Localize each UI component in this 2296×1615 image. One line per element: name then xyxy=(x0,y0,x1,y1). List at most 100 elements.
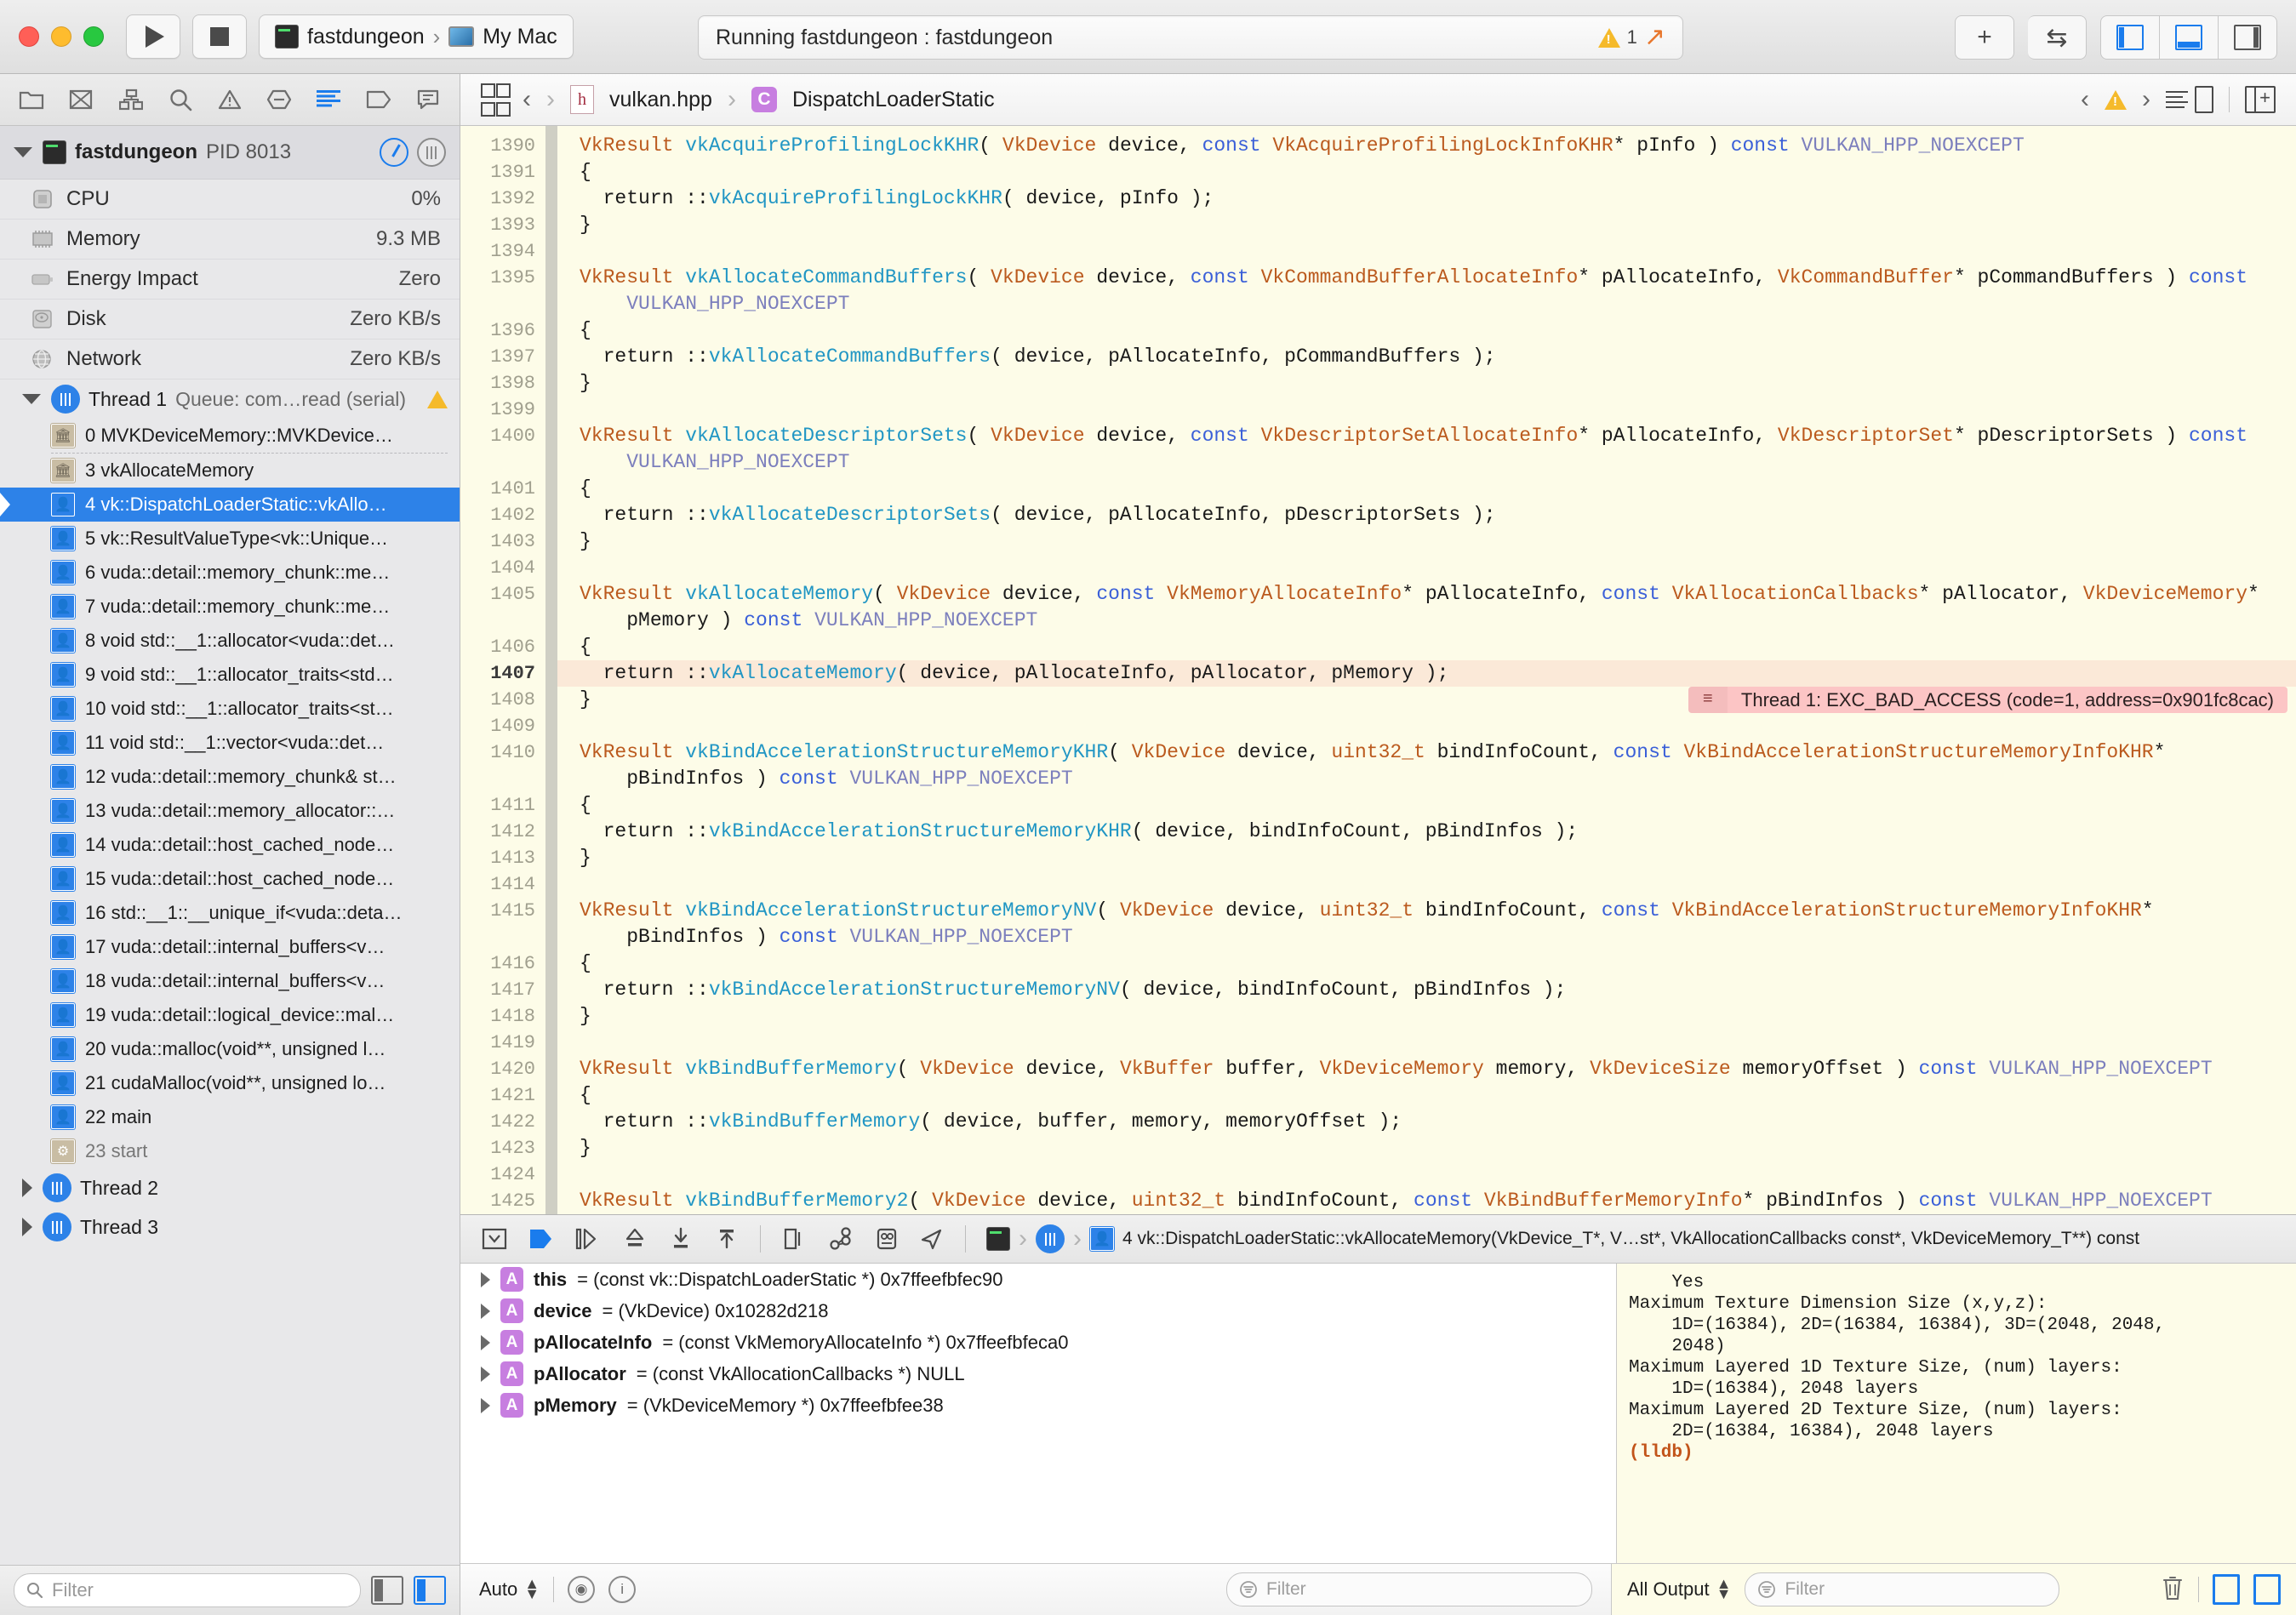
code-line[interactable]: return ::vkAllocateMemory( device, pAllo… xyxy=(557,660,2296,713)
code-line[interactable]: return ::vkAcquireProfilingLockKHR( devi… xyxy=(557,185,2296,212)
stack-frame-row[interactable]: 👤 14 vuda::detail::host_cached_node… xyxy=(0,828,460,862)
line-number[interactable]: 1420 xyxy=(460,1056,545,1082)
add-editor-icon[interactable] xyxy=(2245,86,2276,113)
code-text[interactable]: VkResult vkAcquireProfilingLockKHR( VkDe… xyxy=(557,126,2296,1214)
continue-icon[interactable] xyxy=(528,1227,554,1251)
line-number[interactable]: 1403 xyxy=(460,528,545,555)
code-line[interactable]: pMemory ) const VULKAN_HPP_NOEXCEPT xyxy=(557,608,2296,634)
stack-frame-row[interactable]: 👤 11 void std::__1::vector<vuda::det… xyxy=(0,726,460,760)
line-number[interactable]: 1411 xyxy=(460,792,545,819)
line-number[interactable]: 1396 xyxy=(460,317,545,344)
code-line[interactable] xyxy=(557,1161,2296,1188)
next-issue-icon[interactable]: › xyxy=(2142,85,2150,114)
zoom-button[interactable] xyxy=(83,26,104,47)
minimap-button[interactable] xyxy=(2166,86,2213,113)
stack-frame-row[interactable]: 👤 8 void std::__1::allocator<vuda::det… xyxy=(0,624,460,658)
code-line[interactable] xyxy=(557,555,2296,581)
disclosure-triangle-icon[interactable] xyxy=(22,1218,32,1236)
disclosure-triangle-icon[interactable] xyxy=(481,1303,490,1319)
gauge-row-disk[interactable]: Disk Zero KB/s xyxy=(0,300,460,340)
run-button[interactable] xyxy=(126,14,180,59)
source-control-navigator-tab[interactable] xyxy=(62,83,100,117)
line-number[interactable]: 1394 xyxy=(460,238,545,265)
line-number[interactable]: 1414 xyxy=(460,871,545,898)
code-line[interactable]: } xyxy=(557,370,2296,397)
error-badge-menu-icon[interactable]: ≡ xyxy=(1688,687,1728,713)
disclosure-triangle-icon[interactable] xyxy=(481,1271,490,1287)
debug-breadcrumb-frame[interactable]: 4 vk::DispatchLoaderStatic::vkAllocateMe… xyxy=(1122,1229,2139,1249)
process-row[interactable]: fastdungeon PID 8013 xyxy=(0,126,460,180)
line-number[interactable]: 1408 xyxy=(460,687,545,713)
line-number[interactable]: 1409 xyxy=(460,713,545,739)
code-line[interactable]: VULKAN_HPP_NOEXCEPT xyxy=(557,291,2296,317)
code-line[interactable] xyxy=(557,397,2296,423)
threads-view-icon[interactable] xyxy=(417,138,446,167)
line-number[interactable]: 1397 xyxy=(460,344,545,370)
show-console-view-icon[interactable] xyxy=(2253,1574,2281,1605)
toggle-inspector-button[interactable] xyxy=(2219,15,2277,60)
code-line[interactable]: VkResult vkBindBufferMemory2( VkDevice d… xyxy=(557,1188,2296,1214)
info-icon[interactable]: i xyxy=(608,1576,637,1603)
variable-row[interactable]: ApMemory = (VkDeviceMemory *) 0x7ffeefbfe… xyxy=(460,1390,1616,1421)
project-navigator-tab[interactable] xyxy=(13,83,50,117)
line-number[interactable] xyxy=(460,924,545,950)
line-number[interactable]: 1417 xyxy=(460,977,545,1003)
code-line[interactable]: VkResult vkBindBufferMemory( VkDevice de… xyxy=(557,1056,2296,1082)
scheme-selector[interactable]: fastdungeon › My Mac xyxy=(259,14,574,59)
thread-row[interactable]: Thread 2 xyxy=(0,1168,460,1207)
code-line[interactable]: { xyxy=(557,317,2296,344)
code-line[interactable]: VkResult vkAcquireProfilingLockKHR( VkDe… xyxy=(557,133,2296,159)
line-number[interactable] xyxy=(460,291,545,317)
line-number[interactable]: 1413 xyxy=(460,845,545,871)
stack-frame-row[interactable]: 👤 10 void std::__1::allocator_traits<st… xyxy=(0,692,460,726)
code-line[interactable]: VkResult vkBindAccelerationStructureMemo… xyxy=(557,739,2296,766)
code-line[interactable]: VULKAN_HPP_NOEXCEPT xyxy=(557,449,2296,476)
stack-frame-row[interactable]: 👤 16 std::__1::__unique_if<vuda::deta… xyxy=(0,896,460,930)
related-items-icon[interactable] xyxy=(481,83,511,117)
variable-row[interactable]: ApAllocateInfo = (const VkMemoryAllocateI… xyxy=(460,1327,1616,1358)
code-line[interactable]: { xyxy=(557,792,2296,819)
jumpbar-file[interactable]: vulkan.hpp xyxy=(609,88,712,112)
jump-to-issue-icon[interactable]: ↗ xyxy=(1644,25,1665,50)
code-line[interactable]: return ::vkBindAccelerationStructureMemo… xyxy=(557,819,2296,845)
code-line[interactable]: { xyxy=(557,159,2296,185)
stack-frame-row[interactable]: 👤 12 vuda::detail::memory_chunk& st… xyxy=(0,760,460,794)
disclosure-triangle-icon[interactable] xyxy=(481,1366,490,1382)
watch-icon[interactable]: ◉ xyxy=(568,1576,596,1603)
line-number[interactable]: 1407 xyxy=(460,660,545,687)
code-line[interactable]: { xyxy=(557,634,2296,660)
code-line[interactable]: VkResult vkAllocateMemory( VkDevice devi… xyxy=(557,581,2296,608)
variables-view[interactable]: Athis = (const vk::DispatchLoaderStatic *… xyxy=(460,1264,1617,1563)
code-line[interactable]: VkResult vkBindAccelerationStructureMemo… xyxy=(557,898,2296,924)
code-line[interactable]: return ::vkBindBufferMemory( device, buf… xyxy=(557,1109,2296,1135)
line-number[interactable] xyxy=(460,766,545,792)
gauge-row-energy[interactable]: Energy Impact Zero xyxy=(0,260,460,300)
minimize-button[interactable] xyxy=(51,26,71,47)
line-number[interactable]: 1422 xyxy=(460,1109,545,1135)
line-number[interactable]: 1402 xyxy=(460,502,545,528)
error-badge[interactable]: ≡ Thread 1: EXC_BAD_ACCESS (code=1, addre… xyxy=(1688,687,2287,713)
code-line[interactable] xyxy=(557,871,2296,898)
disclosure-triangle-icon[interactable] xyxy=(14,147,32,157)
console-output-popup[interactable]: All Output ▲ ▼ xyxy=(1627,1576,1731,1601)
stack-frame-row[interactable]: 👤 18 vuda::detail::internal_buffers<v… xyxy=(0,964,460,998)
code-line[interactable]: return ::vkAllocateCommandBuffers( devic… xyxy=(557,344,2296,370)
show-only-relevant-button[interactable] xyxy=(414,1576,446,1605)
console-view[interactable]: Yes Maximum Texture Dimension Size (x,y,… xyxy=(1617,1264,2296,1563)
thread-icon[interactable] xyxy=(1036,1224,1065,1253)
variables-filter-field[interactable]: Filter xyxy=(1226,1572,1592,1606)
line-number[interactable]: 1415 xyxy=(460,898,545,924)
toggle-navigator-button[interactable] xyxy=(2100,15,2160,60)
chevron-left-icon[interactable]: ‹ xyxy=(523,85,531,114)
navigator-filter-field[interactable]: Filter xyxy=(14,1573,361,1607)
previous-issue-icon[interactable]: ‹ xyxy=(2081,85,2089,114)
line-number[interactable]: 1391 xyxy=(460,159,545,185)
line-number[interactable]: 1398 xyxy=(460,370,545,397)
activity-status-field[interactable]: Running fastdungeon : fastdungeon 1 ↗ xyxy=(698,15,1683,60)
step-out-alt-icon[interactable] xyxy=(714,1227,740,1251)
disclosure-triangle-icon[interactable] xyxy=(22,1178,32,1197)
view-hierarchy-icon[interactable] xyxy=(781,1227,807,1251)
line-number[interactable]: 1393 xyxy=(460,212,545,238)
add-editor-button[interactable]: + xyxy=(1955,15,2014,60)
breakpoint-navigator-tab[interactable] xyxy=(360,83,397,117)
